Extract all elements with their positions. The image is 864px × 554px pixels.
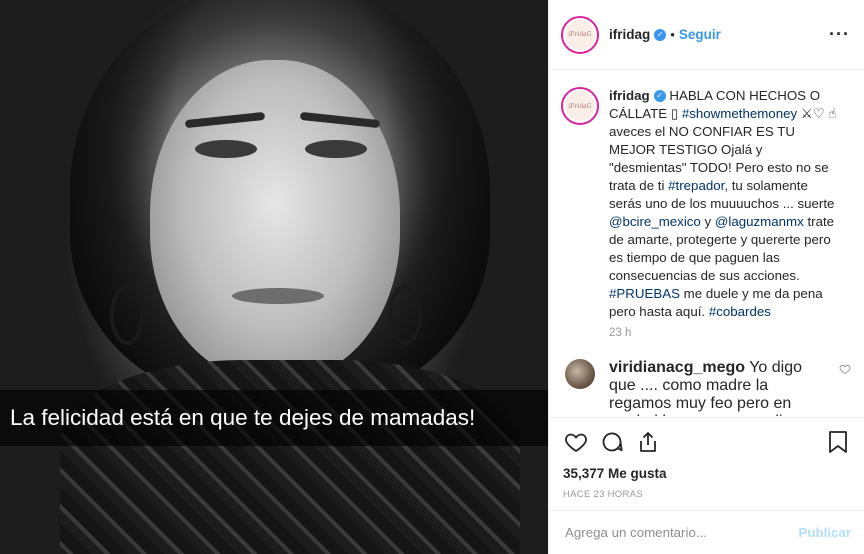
header-username[interactable]: ifridag [609, 27, 650, 42]
comment-item: viridianacg_mego Yo digo que .... como m… [561, 359, 851, 416]
caption-username[interactable]: ifridag [609, 88, 650, 103]
more-options-icon[interactable]: ··· [829, 24, 850, 45]
photo-eye-right [305, 140, 367, 158]
post-header: iFridaG ifridag ✓ • Seguir ··· [549, 0, 864, 70]
comments-section[interactable]: iFridaG ifridag ✓ HABLA CON HECHOS O CÁLL… [549, 71, 864, 416]
caption-comment: iFridaG ifridag ✓ HABLA CON HECHOS O CÁLL… [561, 87, 851, 321]
hashtag-link[interactable]: #trepador [668, 178, 724, 193]
comment-username[interactable]: viridianacg_mego [609, 359, 745, 376]
follow-button[interactable]: Seguir [679, 27, 721, 42]
hashtag-link[interactable]: #PRUEBAS [609, 286, 680, 301]
bookmark-icon[interactable] [825, 429, 851, 455]
caption-avatar[interactable]: iFridaG [561, 87, 599, 125]
comment-icon[interactable] [599, 429, 625, 455]
photo-mouth [232, 288, 324, 304]
photo-caption-overlay: La felicidad está en que te dejes de mam… [0, 390, 548, 446]
heart-icon[interactable] [563, 429, 589, 455]
post-photo[interactable]: La felicidad está en que te dejes de mam… [0, 0, 548, 554]
publish-button[interactable]: Publicar [799, 525, 851, 540]
avatar-image: iFridaG [565, 19, 595, 50]
comment-input[interactable]: Agrega un comentario... [565, 525, 707, 540]
mention-link[interactable]: @bcire_mexico [609, 214, 701, 229]
hashtag-link[interactable]: #showmethemoney [682, 106, 797, 121]
caption-body: ifridag ✓ HABLA CON HECHOS O CÁLLATE ▯ #s… [609, 87, 839, 321]
add-comment-bar: Agrega un comentario... Publicar [549, 510, 864, 554]
header-separator: • [670, 27, 675, 42]
mention-link[interactable]: @laguzmanmx [715, 214, 804, 229]
avatar-image: iFridaG [565, 91, 595, 121]
likes-count[interactable]: 35,377 Me gusta [563, 466, 851, 481]
photo-eye-left [195, 140, 257, 158]
photo-face [150, 60, 400, 380]
verified-icon: ✓ [653, 90, 666, 103]
post-side-panel: iFridaG ifridag ✓ • Seguir ··· iFridaG i… [548, 0, 864, 554]
photo-earring-right [388, 285, 422, 345]
share-icon[interactable] [635, 429, 661, 455]
photo-caption-text: La felicidad está en que te dejes de mam… [10, 405, 476, 430]
profile-avatar[interactable]: iFridaG [561, 15, 599, 54]
action-icons [563, 428, 851, 456]
post-time-ago: HACE 23 HORAS [563, 489, 643, 500]
hashtag-link[interactable]: #cobardes [709, 304, 771, 319]
verified-icon: ✓ [654, 28, 667, 41]
caption-text: y [700, 214, 715, 229]
like-comment-icon[interactable] [839, 363, 851, 416]
commenter-avatar[interactable] [565, 359, 595, 389]
comment-body: viridianacg_mego Yo digo que .... como m… [609, 359, 815, 416]
photo-earring-left [110, 285, 144, 345]
post-actions: 35,377 Me gusta HACE 23 HORAS [549, 417, 864, 500]
caption-timestamp: 23 h [609, 327, 632, 339]
